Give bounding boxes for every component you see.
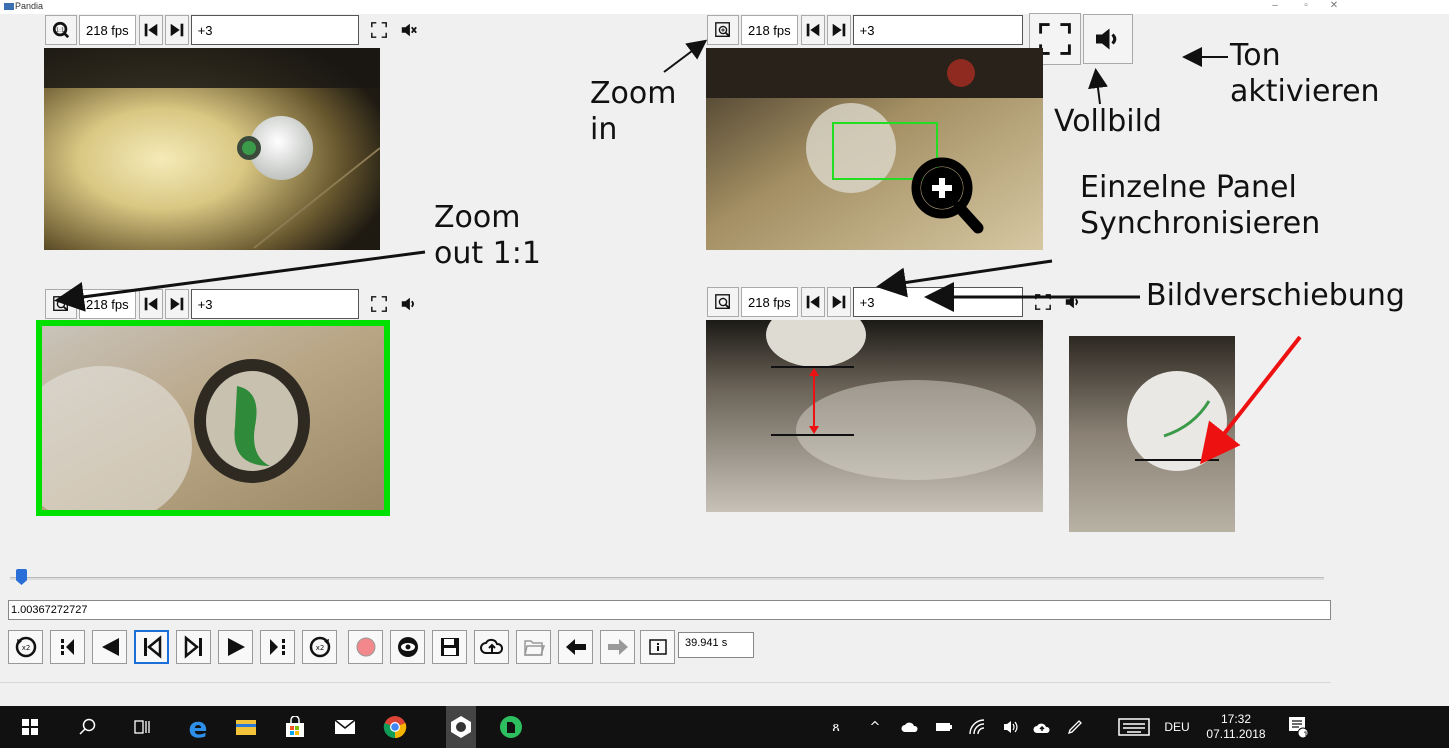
label-zoom-out: Zoom out 1:1	[434, 200, 541, 271]
arrow-red	[1200, 335, 1302, 465]
search-button[interactable]	[78, 706, 98, 748]
evernote-taskbar-button[interactable]	[496, 706, 526, 748]
edge-taskbar-button[interactable]: e	[183, 706, 213, 748]
taskbar: e ጸ ^ DEU 17:32 07.11.2018 1	[0, 706, 1449, 748]
notification-count: 1	[1303, 731, 1309, 741]
svg-text:e: e	[189, 714, 208, 740]
play-backward-button[interactable]	[92, 630, 127, 664]
store-bag-icon	[286, 716, 304, 737]
play-icon	[227, 638, 245, 656]
arrow-zoom-in	[663, 39, 708, 73]
go-to-start-button[interactable]	[50, 630, 85, 664]
task-view-button[interactable]	[133, 706, 153, 748]
chevron-up-icon[interactable]: ^	[866, 706, 884, 748]
edge-icon: e	[189, 714, 208, 740]
clock-date: 07.11.2018	[1206, 727, 1266, 741]
play-backward-icon	[101, 638, 119, 656]
upload-button[interactable]	[474, 630, 509, 664]
time-value-field[interactable]: 1.00367272727	[8, 600, 1331, 620]
preview-button[interactable]	[390, 630, 425, 664]
volume-icon[interactable]	[1000, 706, 1022, 748]
cloud-upload-icon	[479, 638, 503, 654]
pen-icon[interactable]	[1064, 706, 1086, 748]
arrow-sync	[876, 259, 1053, 298]
rewind-x2-icon: x2	[15, 636, 36, 658]
info-button[interactable]	[640, 630, 675, 664]
mail-taskbar-button[interactable]	[330, 706, 360, 748]
cloud-icon[interactable]	[899, 706, 921, 748]
arrow-zoom-out	[54, 250, 426, 312]
play-button[interactable]	[218, 630, 253, 664]
svg-text:x2: x2	[315, 644, 324, 652]
record-icon	[356, 637, 375, 657]
step-forward-frame-button[interactable]	[176, 630, 211, 664]
wifi-icon[interactable]	[967, 706, 989, 748]
record-button[interactable]	[348, 630, 383, 664]
battery-icon[interactable]	[933, 706, 955, 748]
go-to-end-icon	[269, 639, 285, 655]
svg-text:x2: x2	[21, 644, 30, 652]
label-vollbild: Vollbild	[1054, 104, 1162, 139]
sync-cloud-icon[interactable]	[1031, 706, 1053, 748]
back-button[interactable]	[558, 630, 593, 664]
save-button[interactable]	[432, 630, 467, 664]
pandia-taskbar-button[interactable]	[446, 706, 476, 748]
chrome-icon	[383, 716, 407, 739]
label-bildverschiebung: Bildverschiebung	[1146, 278, 1405, 313]
timeline-track[interactable]	[10, 577, 1324, 580]
arrow-left-icon	[565, 639, 586, 655]
clock[interactable]: 17:32 07.11.2018	[1198, 706, 1274, 748]
clock-time: 17:32	[1220, 712, 1252, 726]
save-icon	[440, 638, 459, 656]
evernote-icon	[500, 716, 522, 738]
label-zoom-in: Zoom in	[590, 76, 677, 147]
start-button[interactable]	[20, 706, 40, 748]
arrow-vollbild	[1088, 68, 1108, 105]
duration-display: 39.941 s	[678, 632, 754, 658]
folder-icon	[236, 720, 256, 735]
search-icon	[79, 718, 96, 735]
eye-icon	[397, 637, 418, 657]
explorer-taskbar-button[interactable]	[231, 706, 261, 748]
task-view-icon	[134, 720, 150, 734]
folder-icon	[523, 640, 545, 656]
keyboard-icon[interactable]	[1116, 706, 1152, 748]
go-to-start-icon	[60, 639, 74, 655]
step-forward-icon	[184, 635, 202, 659]
open-folder-button[interactable]	[516, 630, 551, 664]
step-back-frame-button[interactable]	[134, 630, 169, 664]
store-taskbar-button[interactable]	[280, 706, 310, 748]
play-forward-x2-button[interactable]: x2	[302, 630, 337, 664]
action-center-button[interactable]: 1	[1284, 706, 1314, 748]
forward-x2-icon: x2	[309, 636, 330, 658]
pandia-app-icon	[451, 716, 471, 738]
play-back-x2-button[interactable]: x2	[8, 630, 43, 664]
mail-icon	[334, 719, 356, 734]
go-to-end-button[interactable]	[260, 630, 295, 664]
info-icon	[648, 639, 667, 655]
arrow-right-icon	[607, 639, 628, 655]
people-icon[interactable]: ጸ	[826, 706, 846, 748]
label-sync: Einzelne Panel Synchronisieren	[1080, 170, 1321, 241]
forward-button[interactable]	[600, 630, 635, 664]
windows-logo-icon	[22, 719, 38, 735]
label-ton: Ton aktivieren	[1230, 38, 1380, 109]
language-indicator[interactable]: DEU	[1160, 706, 1194, 748]
step-back-icon	[143, 635, 161, 659]
chrome-taskbar-button[interactable]	[380, 706, 410, 748]
status-divider	[0, 682, 1331, 683]
